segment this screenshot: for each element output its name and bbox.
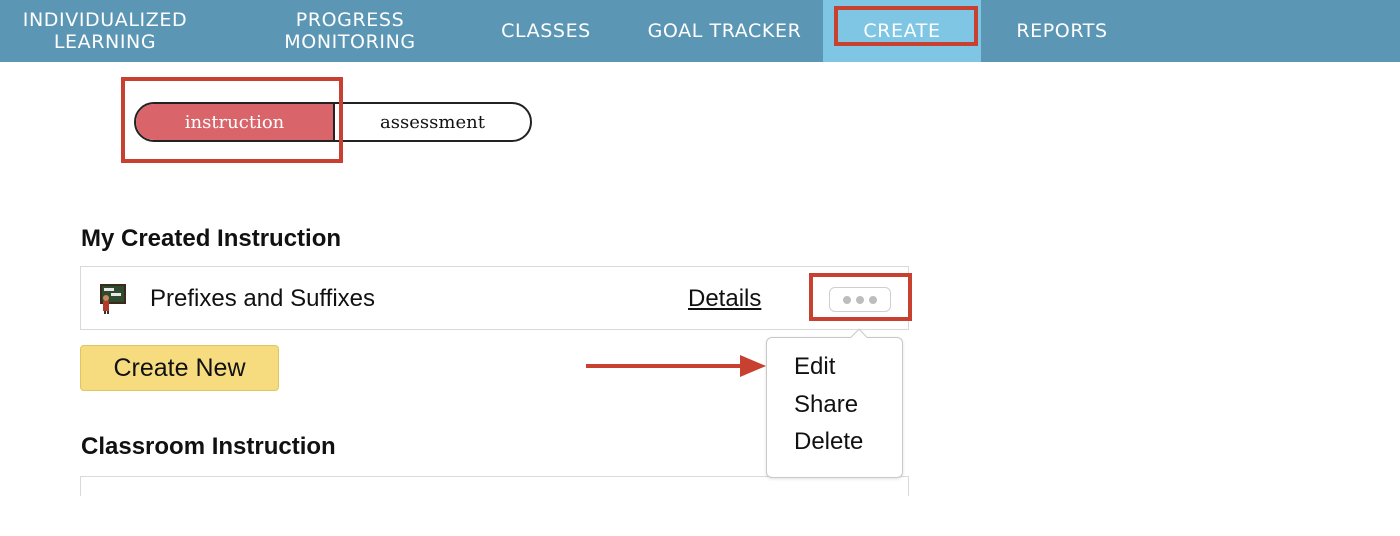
nav-label: REPORTS <box>1016 20 1108 42</box>
top-nav: INDIVIDUALIZED LEARNING PROGRESS MONITOR… <box>0 0 1400 62</box>
noun-verb-chalkboard-icon <box>100 284 126 314</box>
my-created-heading: My Created Instruction <box>81 225 342 252</box>
more-options-button[interactable] <box>829 287 891 312</box>
nav-label-line2: MONITORING <box>284 31 416 53</box>
nav-create[interactable]: CREATE <box>823 0 981 62</box>
menu-item-edit[interactable]: Edit <box>794 353 835 381</box>
nav-label-line1: PROGRESS <box>295 9 405 31</box>
annotation-arrow <box>586 355 766 377</box>
nav-label: CREATE <box>841 15 963 47</box>
options-menu: Edit Share Delete <box>766 337 903 478</box>
item-name[interactable]: Prefixes and Suffixes <box>150 285 375 313</box>
nav-individualized-learning[interactable]: INDIVIDUALIZED LEARNING <box>0 0 210 62</box>
nav-goal-tracker[interactable]: GOAL TRACKER <box>628 0 821 62</box>
nav-label-line2: LEARNING <box>53 31 157 53</box>
classroom-list <box>80 476 909 496</box>
nav-label: CLASSES <box>501 20 591 42</box>
nav-classes[interactable]: CLASSES <box>485 0 607 62</box>
dot-icon <box>843 295 851 304</box>
dot-icon <box>856 295 864 304</box>
nav-reports[interactable]: REPORTS <box>1000 0 1124 62</box>
details-link[interactable]: Details <box>688 285 761 313</box>
nav-progress-monitoring[interactable]: PROGRESS MONITORING <box>255 0 445 62</box>
list-item: Prefixes and Suffixes Details <box>80 266 909 330</box>
nav-label: GOAL TRACKER <box>647 20 802 42</box>
classroom-heading: Classroom Instruction <box>81 433 336 460</box>
menu-item-delete[interactable]: Delete <box>794 428 863 456</box>
toggle-instruction[interactable]: instruction <box>136 104 335 140</box>
instruction-assessment-toggle: instruction assessment <box>134 102 532 142</box>
create-new-button[interactable]: Create New <box>80 345 279 391</box>
toggle-assessment[interactable]: assessment <box>335 104 530 140</box>
dot-icon <box>869 295 877 304</box>
nav-label-line1: INDIVIDUALIZED <box>22 9 188 31</box>
menu-item-share[interactable]: Share <box>794 391 858 419</box>
